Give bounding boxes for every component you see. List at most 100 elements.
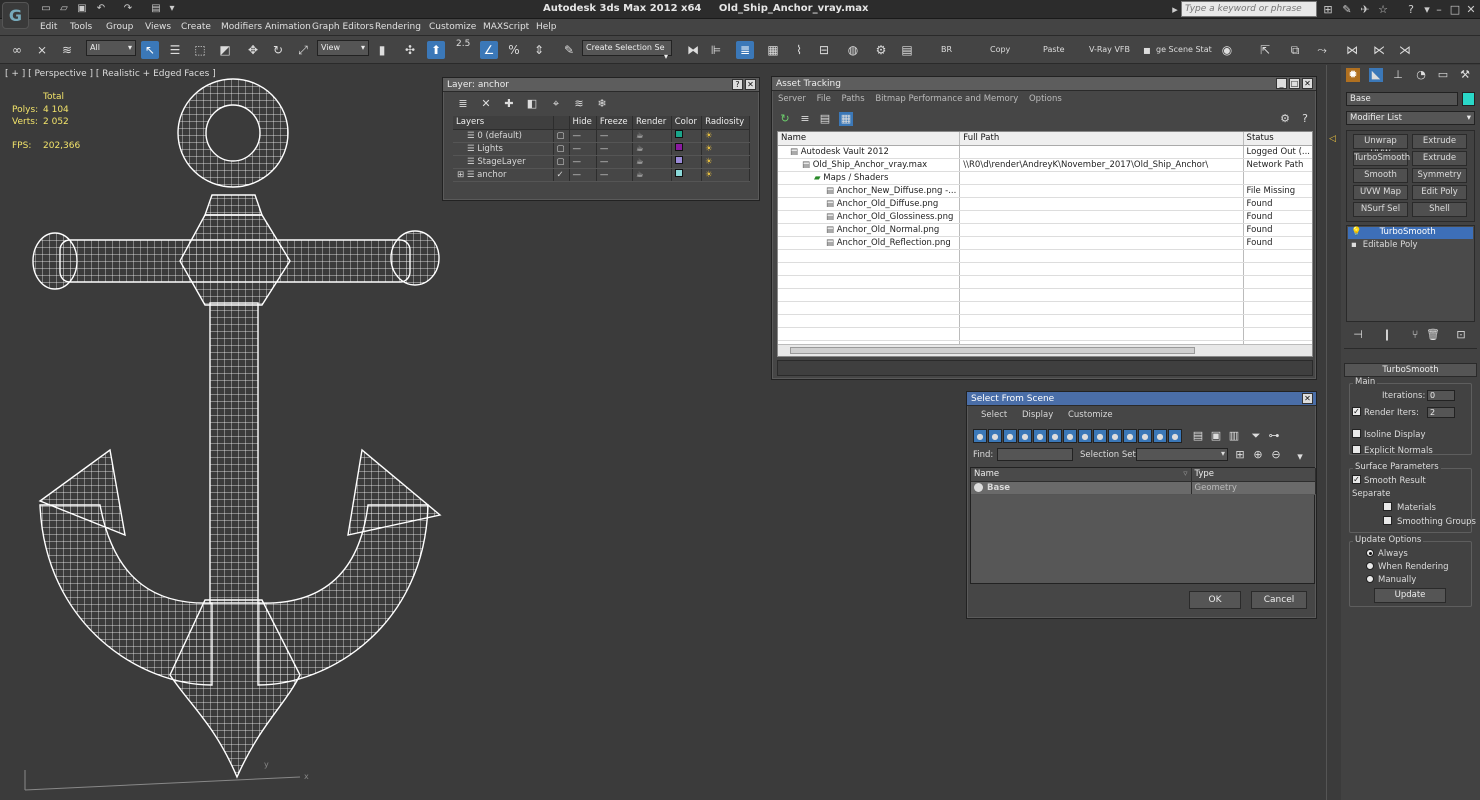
schematic-view-icon[interactable]: ⊟ [815, 41, 833, 59]
asset-row[interactable]: ▤ Anchor_Old_Glossiness.png Found [778, 210, 1312, 224]
reference-coordinate-dropdown[interactable]: View ▾ [317, 40, 369, 56]
bind-spacewarp-icon[interactable]: ≋ [58, 41, 76, 59]
layer-freeze-toggle[interactable]: — [596, 142, 634, 156]
modifier-button[interactable]: TurboSmooth [1353, 151, 1410, 166]
at-maximize-icon[interactable]: □ [1289, 78, 1300, 89]
layer-row[interactable]: ☰ 0 (default) ▢ — — ☕ ☀ [453, 129, 750, 143]
filter-bones-icon[interactable]: ● [1093, 429, 1107, 443]
viewport-label[interactable]: [ + ] [ Perspective ] [ Realistic + Edge… [5, 69, 216, 79]
col-hide[interactable]: Hide [569, 116, 597, 130]
render-iters-checkbox[interactable]: ✓ [1352, 407, 1361, 416]
filter-geometry-icon[interactable]: ● [973, 429, 987, 443]
percent-snap-icon[interactable]: % [505, 41, 523, 59]
materials-checkbox[interactable] [1383, 502, 1392, 511]
ok-button[interactable]: OK [1189, 591, 1241, 609]
col-color[interactable]: Color [671, 116, 703, 130]
close-icon[interactable]: ✕ [1464, 3, 1478, 16]
smooth-result-checkbox[interactable]: ✓ [1352, 475, 1361, 484]
layer-row[interactable]: ⊞ ☰ anchor ✓ — — ☕ ☀ [453, 168, 750, 182]
vray-vfb-button[interactable]: V-Ray VFB [1089, 45, 1130, 54]
scene-object-list[interactable]: Name ▿ Type Base Geometry [970, 467, 1316, 584]
lightbulb-icon[interactable]: 💡 [1351, 227, 1362, 237]
layer-color-swatch[interactable] [674, 169, 683, 177]
col-render[interactable]: Render [632, 116, 672, 130]
layer-hide-toggle[interactable]: — [569, 155, 597, 169]
select-by-name-icon[interactable]: ☰ [166, 41, 184, 59]
selection-set-dropdown[interactable]: ▾ [1136, 448, 1228, 461]
toolbar-extra-1-icon[interactable]: ⇱ [1256, 41, 1274, 59]
minimize-icon[interactable]: – [1432, 3, 1446, 16]
menu-create[interactable]: Create [181, 22, 211, 32]
layer-color-swatch[interactable] [674, 143, 683, 151]
add-to-layer-icon[interactable]: ✚ [502, 97, 516, 111]
sfs-menu-select[interactable]: Select [981, 410, 1007, 420]
asset-row[interactable]: ▤ Autodesk Vault 2012 Logged Out (... [778, 145, 1312, 159]
mirror-icon[interactable]: ⧓ [684, 41, 702, 59]
binoculars-icon[interactable]: ⊞ [1321, 3, 1335, 16]
move-icon[interactable]: ✥ [244, 41, 262, 59]
modifier-button[interactable]: Symmetry [1412, 168, 1467, 183]
create-tab-icon[interactable]: ✹ [1346, 68, 1360, 82]
radiosity-icon[interactable]: ☀ [701, 142, 750, 156]
always-radio[interactable] [1366, 549, 1374, 557]
scene-states-button[interactable]: ge Scene Stat [1156, 45, 1212, 54]
layer-close-icon[interactable]: ✕ [745, 79, 756, 90]
object-name-field[interactable]: Base [1346, 92, 1458, 106]
menu-views[interactable]: Views [145, 22, 171, 32]
layer-help-button[interactable]: ? [732, 79, 743, 90]
asset-row[interactable]: ▤ Anchor_New_Diffuse.png -... File Missin… [778, 184, 1312, 198]
sfs-options-dropdown-icon[interactable]: ▾ [1293, 450, 1307, 464]
toolbar-extra-4-icon[interactable]: ⋈ [1343, 41, 1361, 59]
layer-color-swatch[interactable] [674, 156, 683, 164]
new-file-icon[interactable]: ▭ [40, 3, 52, 15]
toolbar-extra-6-icon[interactable]: ⋊ [1396, 41, 1414, 59]
help-icon[interactable]: ? [1404, 3, 1418, 16]
layer-name[interactable]: Lights [477, 144, 503, 154]
project-folder-icon[interactable]: ▤ [150, 3, 162, 15]
stack-item-editable-poly[interactable]: ▪ Editable Poly [1348, 240, 1473, 252]
layer-name[interactable]: 0 (default) [477, 131, 522, 141]
delete-layer-icon[interactable]: ✕ [479, 97, 493, 111]
menu-modifiers[interactable]: Modifiers [221, 22, 262, 32]
asset-row[interactable]: ▤ Anchor_Old_Diffuse.png Found [778, 197, 1312, 211]
isoline-display-checkbox[interactable] [1352, 429, 1361, 438]
angle-snap-icon[interactable]: ∠ [480, 41, 498, 59]
show-end-result-icon[interactable]: ❙ [1380, 328, 1394, 342]
make-unique-icon[interactable]: ⑂ [1408, 328, 1422, 342]
graphite-ribbon-icon[interactable]: ▦ [764, 41, 782, 59]
communication-icon[interactable]: ✈ [1358, 3, 1372, 16]
at-help-icon[interactable]: ? [1298, 112, 1312, 126]
teapot-icon[interactable]: ☕ [632, 168, 672, 182]
modifier-button[interactable]: Extrude [1412, 134, 1467, 149]
asset-list[interactable]: Name Full Path Status ▤ Autodesk Vault 2… [777, 131, 1313, 357]
asset-row[interactable]: ▤ Anchor_Old_Normal.png Found [778, 223, 1312, 237]
menu-help[interactable]: Help [536, 22, 557, 32]
sfs-edit-set-icon[interactable]: ⊞ [1233, 448, 1247, 462]
sfs-all-icon[interactable]: ▣ [1209, 429, 1223, 443]
spinner-snap-icon[interactable]: ⇕ [530, 41, 548, 59]
save-file-icon[interactable]: ▣ [76, 3, 88, 15]
freeze-all-layers-icon[interactable]: ❄ [595, 97, 609, 111]
radiosity-icon[interactable]: ☀ [701, 168, 750, 182]
at-close-icon[interactable]: ✕ [1302, 78, 1313, 89]
menu-tools[interactable]: Tools [70, 22, 92, 32]
refresh-icon[interactable]: ↻ [778, 112, 792, 126]
app-logo[interactable]: G [2, 2, 29, 29]
modify-tab-icon[interactable]: ◣ [1369, 68, 1383, 82]
radiosity-icon[interactable]: ☀ [701, 155, 750, 169]
configure-modifier-sets-icon[interactable]: ⊡ [1454, 328, 1468, 342]
sfs-remove-set-icon[interactable]: ⊖ [1269, 448, 1283, 462]
col-freeze[interactable]: Freeze [596, 116, 634, 130]
pin-stack-icon[interactable]: ⊣ [1351, 328, 1365, 342]
layer-current-box[interactable]: ▢ [553, 142, 570, 156]
rotate-icon[interactable]: ↻ [269, 41, 287, 59]
selection-filter-dropdown[interactable]: All ▾ [86, 40, 136, 56]
redo-icon[interactable]: ↷ [122, 3, 134, 15]
sfs-close-icon[interactable]: ✕ [1302, 393, 1313, 404]
layer-current-box[interactable]: ▢ [553, 155, 570, 169]
create-layer-icon[interactable]: ≣ [456, 97, 470, 111]
filter-groups-icon[interactable]: ● [1063, 429, 1077, 443]
at-menu-paths[interactable]: Paths [842, 94, 865, 104]
undo-icon[interactable]: ↶ [95, 3, 107, 15]
modifier-button[interactable]: Unwrap UVW [1353, 134, 1408, 159]
